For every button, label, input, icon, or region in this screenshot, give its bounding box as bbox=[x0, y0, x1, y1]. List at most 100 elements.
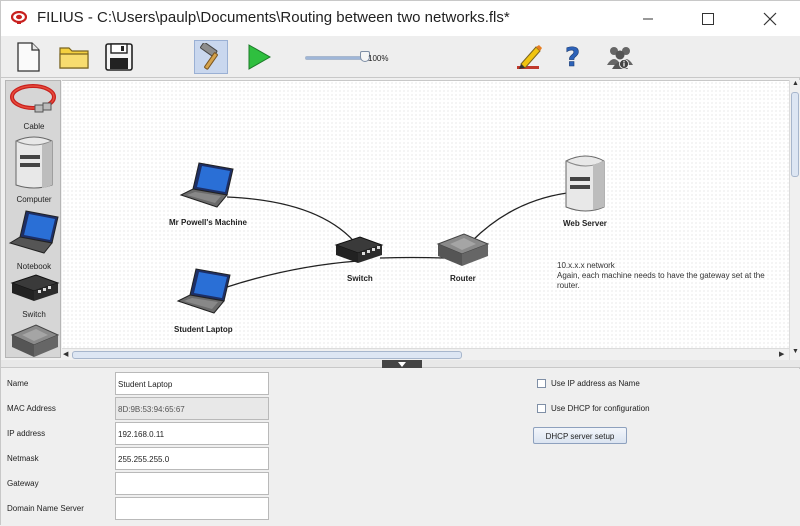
ip-address-label: IP address bbox=[7, 429, 46, 438]
close-button[interactable] bbox=[747, 1, 793, 36]
save-file-button[interactable] bbox=[102, 40, 136, 74]
use-dhcp-option[interactable]: Use DHCP for configuration bbox=[537, 401, 650, 415]
cable-connections bbox=[226, 192, 568, 288]
palette-label-computer: Computer bbox=[16, 195, 52, 204]
netmask-field[interactable]: 255.255.255.0 bbox=[115, 447, 269, 470]
info-button[interactable] bbox=[603, 40, 637, 74]
vertical-scroll-thumb[interactable] bbox=[791, 92, 799, 177]
palette-label-switch: Switch bbox=[22, 310, 46, 319]
cable-switch-router[interactable] bbox=[379, 256, 445, 259]
ip-address-field[interactable]: 192.168.0.11 bbox=[115, 422, 269, 445]
dns-label: Domain Name Server bbox=[7, 504, 84, 513]
prop-row-gateway: Gateway bbox=[1, 472, 281, 496]
prop-row-name: Name Student Laptop bbox=[1, 372, 281, 396]
simulation-mode-button[interactable] bbox=[242, 40, 276, 74]
note-line-2: Again, each machine needs to have the ga… bbox=[557, 271, 765, 290]
palette-label-notebook: Notebook bbox=[16, 262, 52, 271]
help-question-icon: ? bbox=[565, 43, 581, 72]
gateway-label: Gateway bbox=[7, 479, 39, 488]
help-button[interactable]: ? bbox=[557, 40, 591, 74]
use-dhcp-checkbox[interactable] bbox=[537, 403, 546, 413]
save-floppy-icon bbox=[105, 43, 133, 71]
mac-address-field: 8D:9B:53:94:65:67 bbox=[115, 397, 269, 420]
name-field[interactable]: Student Laptop bbox=[115, 372, 269, 395]
prop-row-ip: IP address 192.168.0.11 bbox=[1, 422, 281, 446]
scroll-up-arrow-icon[interactable]: ▲ bbox=[792, 80, 799, 87]
note-line-1: 10.x.x.x network bbox=[557, 261, 615, 270]
scroll-down-arrow-icon[interactable]: ▼ bbox=[792, 348, 799, 355]
prop-row-mac: MAC Address 8D:9B:53:94:65:67 bbox=[1, 397, 281, 421]
prop-row-netmask: Netmask 255.255.255.0 bbox=[1, 447, 281, 471]
switch-icon bbox=[10, 274, 60, 301]
minimize-icon bbox=[643, 18, 653, 19]
prop-row-dns: Domain Name Server bbox=[1, 497, 281, 521]
mac-address-label: MAC Address bbox=[7, 404, 56, 413]
palette-item-switch[interactable]: Switch bbox=[6, 273, 60, 321]
use-ip-as-name-checkbox[interactable] bbox=[537, 378, 546, 388]
computer-icon bbox=[565, 155, 605, 212]
filius-window: FILIUS - C:\Users\paulp\Documents\Routin… bbox=[0, 0, 800, 526]
canvas-note: 10.x.x.x network Again, each machine nee… bbox=[557, 261, 782, 291]
collapse-panel-button[interactable] bbox=[382, 360, 422, 368]
new-file-button[interactable] bbox=[11, 40, 45, 74]
palette-item-notebook[interactable]: Notebook bbox=[6, 207, 60, 273]
computer-icon bbox=[15, 136, 53, 189]
node-router[interactable] bbox=[436, 232, 490, 275]
node-switch[interactable] bbox=[334, 235, 384, 272]
label-router: Router bbox=[450, 274, 476, 283]
panel-splitter bbox=[1, 360, 800, 368]
name-label: Name bbox=[7, 379, 29, 388]
scroll-left-arrow-icon[interactable]: ◀ bbox=[63, 350, 68, 358]
use-ip-as-name-option[interactable]: Use IP address as Name bbox=[537, 376, 640, 390]
info-people-icon bbox=[607, 47, 633, 69]
label-web-server: Web Server bbox=[563, 219, 607, 228]
router-icon bbox=[436, 233, 490, 266]
open-file-button[interactable] bbox=[57, 40, 91, 74]
design-mode-button[interactable] bbox=[194, 40, 228, 74]
node-mr-powells-machine[interactable] bbox=[177, 161, 235, 216]
documentation-button[interactable] bbox=[512, 40, 546, 74]
design-mode-hammer-icon bbox=[200, 43, 218, 70]
zoom-slider-fill bbox=[306, 57, 366, 59]
cable-icon bbox=[10, 84, 56, 113]
router-icon bbox=[10, 324, 60, 357]
zoom-slider[interactable] bbox=[305, 56, 367, 60]
label-switch: Switch bbox=[347, 274, 373, 283]
canvas-horizontal-scrollbar[interactable]: ◀ ▶ bbox=[62, 348, 789, 360]
node-web-server[interactable] bbox=[562, 151, 608, 220]
notebook-icon bbox=[179, 162, 234, 208]
filius-logo-icon bbox=[11, 11, 27, 24]
scroll-right-arrow-icon[interactable]: ▶ bbox=[779, 350, 784, 358]
palette-item-router[interactable] bbox=[6, 321, 60, 357]
open-folder-icon bbox=[59, 47, 89, 69]
gateway-field[interactable] bbox=[115, 472, 269, 495]
notebook-icon bbox=[176, 268, 231, 314]
dns-field[interactable] bbox=[115, 497, 269, 520]
minimize-button[interactable] bbox=[625, 1, 671, 36]
zoom-label: 100% bbox=[368, 54, 389, 63]
component-palette: Cable Computer Notebook Switch bbox=[5, 80, 61, 358]
palette-label-cable: Cable bbox=[23, 122, 45, 131]
window-title: FILIUS - C:\Users\paulp\Documents\Routin… bbox=[37, 9, 510, 26]
palette-item-cable[interactable]: Cable bbox=[6, 81, 60, 133]
netmask-label: Netmask bbox=[7, 454, 39, 463]
notebook-icon bbox=[8, 210, 59, 254]
label-student-laptop: Student Laptop bbox=[174, 325, 233, 334]
palette-item-computer[interactable]: Computer bbox=[6, 133, 60, 207]
maximize-icon bbox=[702, 12, 714, 25]
horizontal-scroll-thumb[interactable] bbox=[72, 351, 462, 359]
dhcp-server-setup-button[interactable]: DHCP server setup bbox=[533, 427, 627, 444]
use-dhcp-label: Use DHCP for configuration bbox=[551, 403, 650, 413]
switch-icon bbox=[334, 236, 384, 263]
title-bar: FILIUS - C:\Users\paulp\Documents\Routin… bbox=[1, 1, 800, 36]
main-toolbar: ? bbox=[1, 36, 800, 78]
maximize-button[interactable] bbox=[685, 1, 731, 36]
simulation-play-icon bbox=[248, 44, 272, 70]
node-student-laptop[interactable] bbox=[174, 267, 232, 322]
canvas-vertical-scrollbar[interactable]: ▲ ▼ bbox=[789, 80, 800, 360]
network-canvas[interactable]: Mr Powell's Machine Student Laptop Switc… bbox=[62, 80, 789, 348]
documentation-pencil-icon bbox=[517, 45, 542, 69]
properties-panel: Name Student Laptop MAC Address 8D:9B:53… bbox=[1, 369, 800, 526]
new-file-icon bbox=[17, 42, 40, 72]
svg-text:?: ? bbox=[565, 43, 580, 72]
